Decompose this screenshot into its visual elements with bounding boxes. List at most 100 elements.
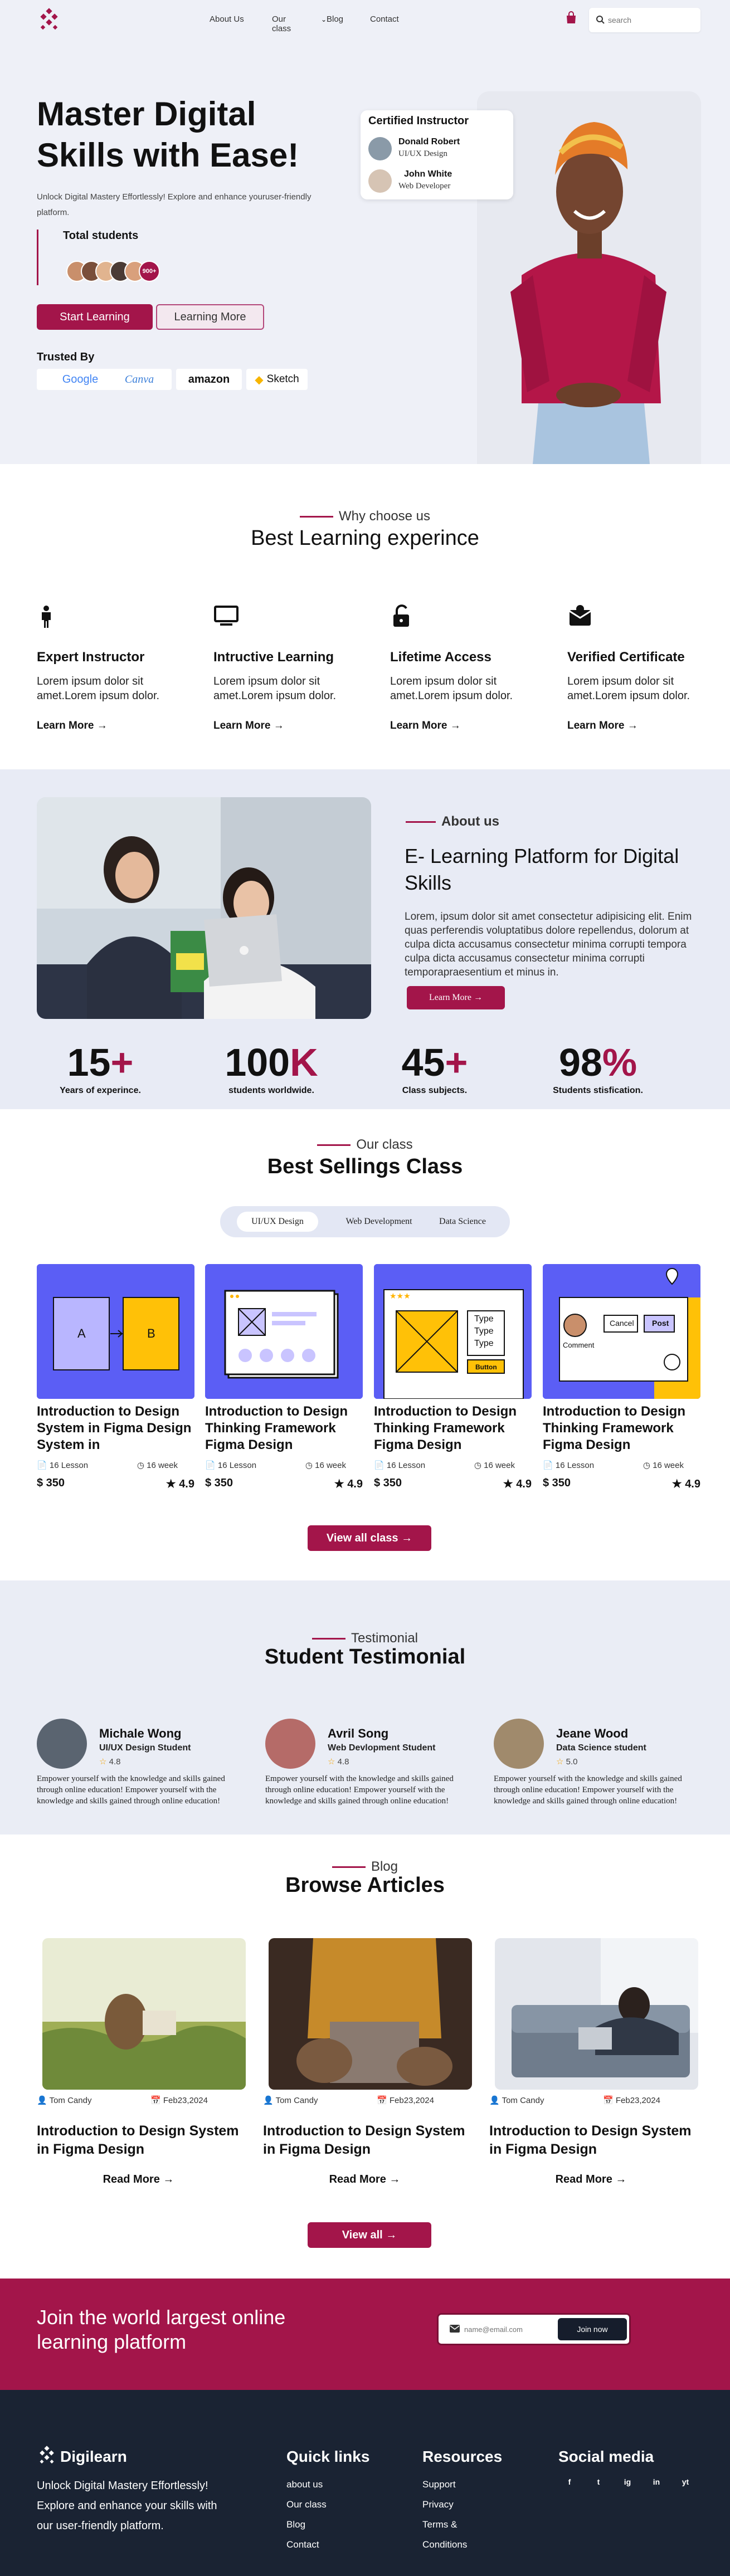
- feature-desc: Lorem ipsum dolor sit amet.Lorem ipsum do…: [567, 675, 690, 702]
- linkedin-icon[interactable]: in: [645, 2475, 668, 2489]
- footer-link-terms[interactable]: Terms &: [422, 2515, 502, 2535]
- tab-web-development[interactable]: Web Development: [337, 1212, 421, 1232]
- type-label: Type: [474, 1314, 494, 1324]
- search-box[interactable]: [589, 8, 700, 32]
- footer-brand: Digilearn: [60, 2448, 127, 2465]
- learn-more-link[interactable]: Learn More →: [390, 720, 535, 732]
- join-now-button[interactable]: Join now: [558, 2318, 627, 2340]
- nav-blog[interactable]: Blog: [327, 14, 370, 33]
- class-card[interactable]: A B Introduction to Design System in Fig…: [37, 1264, 194, 1491]
- class-card-image: ★★★ Type Type Type Button: [374, 1264, 532, 1399]
- instructor-name: John White: [404, 169, 452, 179]
- class-card[interactable]: Cancel Post Comment Introduction to Desi…: [543, 1264, 700, 1491]
- why-eyebrow: Why choose us: [0, 509, 730, 524]
- about-text: Lorem, ipsum dolor sit amet consectetur …: [405, 911, 692, 978]
- nav-contact[interactable]: Contact: [370, 14, 415, 33]
- class-price: $ 350: [374, 1477, 402, 1489]
- article-author: 👤 Tom Candy: [489, 2096, 544, 2105]
- article-card[interactable]: 👤 Tom Candy 📅 Feb23,2024 Introduction to…: [489, 1938, 698, 2186]
- feature-title: Verified Certificate: [567, 650, 685, 665]
- student-name: Avril Song: [328, 1726, 389, 1740]
- quick-links-column: Quick links about us Our class Blog Cont…: [286, 2448, 369, 2555]
- learning-more-button[interactable]: Learning More: [156, 304, 264, 330]
- logo-icon[interactable]: [37, 2446, 57, 2466]
- footer-link-blog[interactable]: Blog: [286, 2515, 369, 2535]
- footer-link-our-class[interactable]: Our class: [286, 2495, 369, 2515]
- learn-more-link[interactable]: Learn More →: [213, 720, 358, 732]
- class-card[interactable]: Introduction to Design Thinking Framewor…: [205, 1264, 363, 1491]
- article-card[interactable]: 👤 Tom Candy 📅 Feb23,2024 Introduction to…: [263, 1938, 472, 2186]
- article-image: [495, 1938, 698, 2090]
- twitter-icon[interactable]: t: [587, 2475, 610, 2489]
- footer-link-conditions[interactable]: Conditions: [422, 2535, 502, 2555]
- search-input[interactable]: [608, 13, 692, 27]
- student-role: UI/UX Design Student: [99, 1743, 191, 1753]
- feature-card: Intructive Learning Lorem ipsum dolor si…: [213, 603, 358, 732]
- monitor-icon: [214, 606, 239, 626]
- article-card[interactable]: 👤 Tom Candy 📅 Feb23,2024 Introduction to…: [37, 1938, 246, 2186]
- instructor-role: UI/UX Design: [398, 149, 447, 158]
- instagram-icon[interactable]: ig: [616, 2475, 639, 2489]
- footer-link-about[interactable]: about us: [286, 2475, 369, 2495]
- unlock-icon: [393, 604, 409, 627]
- class-meta: 📄 16 Lesson ◷ 16 week: [374, 1460, 532, 1471]
- youtube-icon[interactable]: yt: [674, 2475, 697, 2489]
- type-label: Type: [474, 1339, 494, 1348]
- feature-title: Intructive Learning: [213, 650, 334, 665]
- tab-data-science[interactable]: Data Science: [432, 1212, 493, 1232]
- brand-amazon: amazon: [176, 369, 242, 390]
- trusted-by-title: Trusted By: [37, 351, 95, 363]
- student-role: Web Devlopment Student: [328, 1743, 436, 1753]
- footer-description: Unlock Digital Mastery Effortlessly! Exp…: [37, 2480, 217, 2532]
- cta-title: Join the world largest online learning p…: [37, 2306, 286, 2353]
- learn-more-link[interactable]: Learn More →: [567, 720, 712, 732]
- avatar: [265, 1719, 315, 1769]
- certificate-icon: [569, 605, 591, 626]
- mail-icon: [450, 2325, 460, 2333]
- class-footer: $ 350 ★ 4.9: [205, 1477, 363, 1491]
- learn-more-link[interactable]: Learn More →: [37, 720, 182, 732]
- students-photo: [37, 797, 371, 1019]
- feature-title: Lifetime Access: [390, 650, 491, 665]
- article-title: Introduction to Design System in Figma D…: [37, 2123, 239, 2157]
- stat-satisfaction: 98% Students stisfication.: [553, 1041, 643, 1095]
- brand-sketch: ◆ Sketch: [246, 369, 308, 390]
- class-price: $ 350: [543, 1477, 571, 1489]
- start-learning-button[interactable]: Start Learning: [37, 304, 153, 330]
- article-meta: 👤 Tom Candy 📅 Feb23,2024: [489, 2095, 693, 2107]
- feature-title: Expert Instructor: [37, 650, 145, 665]
- class-tabs: UI/UX Design Web Development Data Scienc…: [220, 1206, 510, 1237]
- class-card[interactable]: ★★★ Type Type Type Button Introduction t…: [374, 1264, 532, 1491]
- view-all-articles-button[interactable]: View all →: [308, 2222, 431, 2248]
- lesson-count: 📄 16 Lesson: [37, 1461, 89, 1470]
- class-card-image: A B: [37, 1264, 194, 1399]
- about-learn-more-button[interactable]: Learn More →: [407, 986, 505, 1009]
- footer-link-privacy[interactable]: Privacy: [422, 2495, 502, 2515]
- logo-icon[interactable]: [37, 8, 61, 32]
- read-more-link[interactable]: Read More →: [489, 2173, 693, 2186]
- quick-links-title: Quick links: [286, 2448, 370, 2465]
- class-price: $ 350: [37, 1477, 65, 1489]
- class-title: Introduction to Design System in Figma D…: [37, 1404, 192, 1452]
- nav-our-class[interactable]: Our class: [272, 14, 300, 33]
- feature-card: Lifetime Access Lorem ipsum dolor sit ame…: [390, 603, 535, 732]
- week-count: ◷ 16 week: [643, 1461, 684, 1470]
- why-choose-section: Why choose us Best Learning experince Ex…: [0, 464, 730, 769]
- nav-about[interactable]: About Us: [210, 14, 272, 33]
- facebook-icon[interactable]: f: [558, 2475, 581, 2489]
- read-more-link[interactable]: Read More →: [37, 2173, 240, 2186]
- footer-link-support[interactable]: Support: [422, 2475, 502, 2495]
- chevron-down-icon[interactable]: ⌄: [321, 16, 327, 23]
- view-all-class-button[interactable]: View all class →: [308, 1525, 431, 1551]
- classes-section: Our class Best Sellings Class UI/UX Desi…: [0, 1109, 730, 1580]
- read-more-link[interactable]: Read More →: [263, 2173, 466, 2186]
- feature-desc: Lorem ipsum dolor sit amet.Lorem ipsum do…: [213, 675, 337, 702]
- email-input[interactable]: [464, 2323, 553, 2336]
- class-footer: $ 350 ★ 4.9: [374, 1477, 532, 1491]
- star-icon: ☆: [99, 1757, 107, 1767]
- button-label: Button: [475, 1363, 497, 1371]
- tab-uiux[interactable]: UI/UX Design: [237, 1212, 318, 1232]
- footer-link-contact[interactable]: Contact: [286, 2535, 369, 2555]
- brand-canva: Canva: [107, 369, 172, 390]
- shopping-bag-icon[interactable]: [565, 11, 577, 25]
